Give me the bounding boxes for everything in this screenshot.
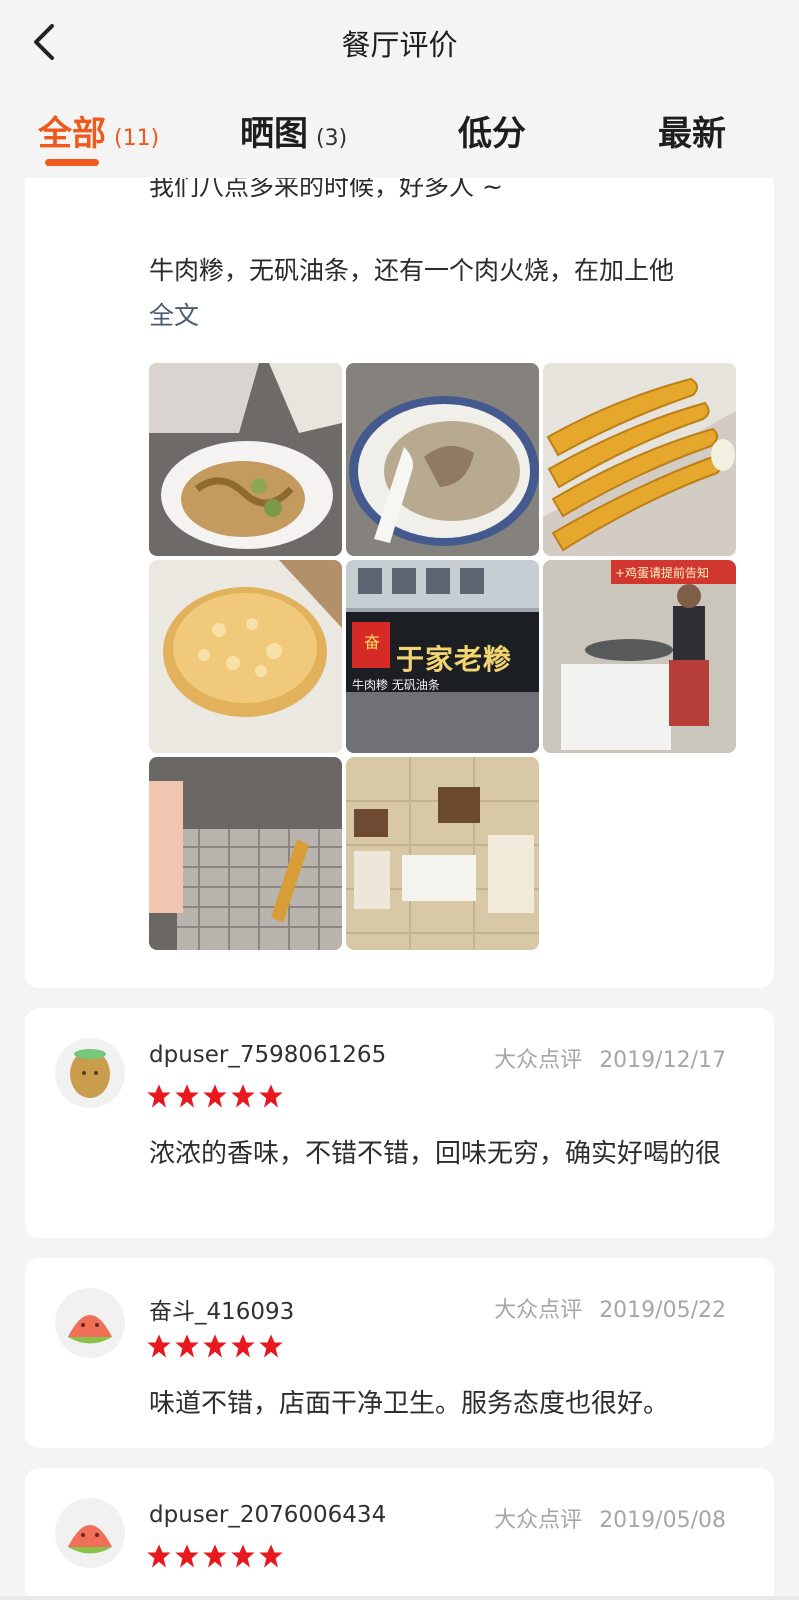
storefront-badge: 奋 (363, 633, 380, 652)
star-icon (203, 1084, 227, 1108)
user-avatar[interactable] (55, 1288, 125, 1358)
tab-photos-count: (3) (316, 126, 348, 151)
review-photo-fried-dough[interactable] (543, 363, 736, 556)
top-bar: 餐厅评价 (0, 0, 799, 86)
tab-photos[interactable]: 晒图 (3) (240, 106, 347, 155)
tab-all-label: 全部 (38, 114, 106, 154)
review-source-date: 大众点评 2019/12/17 (494, 1042, 726, 1074)
star-icon (259, 1084, 283, 1108)
review-source-date: 大众点评 2019/05/22 (494, 1292, 726, 1324)
rating-stars (145, 1082, 285, 1110)
full-text-link[interactable]: 全文 (149, 296, 199, 332)
tab-all[interactable]: 全部 (11) (38, 106, 159, 155)
tab-newest[interactable]: 最新 (658, 106, 726, 155)
star-icon (259, 1334, 283, 1358)
meat-pastry-image (149, 560, 342, 753)
tab-low-score-label: 低分 (458, 114, 526, 154)
rating-stars (145, 1332, 285, 1360)
review-date: 2019/12/17 (599, 1048, 726, 1073)
review-date: 2019/05/08 (599, 1508, 726, 1533)
tab-photos-label: 晒图 (240, 114, 308, 154)
tab-newest-label: 最新 (658, 114, 726, 154)
active-tab-indicator (45, 159, 99, 166)
review-source-date: 大众点评 2019/05/08 (494, 1502, 726, 1534)
review-photo-grid: 奋 于家老糁 牛肉糁 无矾油条 +鸡蛋请提前告知 (149, 363, 737, 953)
review-text: 浓浓的香味，不错不错，回味无穷，确实好喝的很 (149, 1139, 722, 1169)
kitchen-sign-text: +鸡蛋请提前告知 (615, 566, 710, 580)
review-card: dpuser_2076006434 大众点评 2019/05/08 (25, 1468, 774, 1600)
review-card: 奋斗_416093 大众点评 2019/05/22 味道不错，店面干净卫生。服务… (25, 1258, 774, 1448)
review-source: 大众点评 (494, 1048, 583, 1073)
rating-stars (145, 1542, 285, 1570)
review-photo-soup[interactable] (346, 363, 539, 556)
star-icon (147, 1334, 171, 1358)
restaurant-reviews-page: 餐厅评价 全部 (11) 晒图 (3) 低分 最新 我们八点多来的时候，好多人 … (0, 0, 799, 1600)
username: 奋斗_416093 (149, 1299, 295, 1325)
bottom-divider (0, 1596, 799, 1600)
review-photo-storefront[interactable]: 奋 于家老糁 牛肉糁 无矾油条 (346, 560, 539, 753)
star-icon (203, 1544, 227, 1568)
star-icon (231, 1544, 255, 1568)
review-date: 2019/05/22 (599, 1298, 726, 1323)
tab-all-count: (11) (114, 126, 160, 151)
storefront-sign-sub: 牛肉糁 无矾油条 (352, 678, 440, 692)
kitchen-image (543, 560, 736, 753)
review-photo-frying[interactable] (149, 757, 342, 950)
star-icon (147, 1544, 171, 1568)
star-icon (259, 1544, 283, 1568)
star-icon (175, 1084, 199, 1108)
tab-low-score[interactable]: 低分 (458, 106, 526, 155)
storefront-sign: 于家老糁 (396, 643, 513, 676)
star-icon (175, 1334, 199, 1358)
star-icon (231, 1334, 255, 1358)
user-avatar[interactable] (55, 1498, 125, 1568)
review-text: 味道不错，店面干净卫生。服务态度也很好。 (149, 1389, 670, 1419)
star-icon (203, 1334, 227, 1358)
review-tabs: 全部 (11) 晒图 (3) 低分 最新 (0, 86, 799, 178)
kiwi-icon (70, 1049, 110, 1098)
review-card: dpuser_7598061265 大众点评 2019/12/17 浓浓的香味，… (25, 1008, 774, 1238)
user-avatar[interactable] (55, 1038, 125, 1108)
pickles-image (149, 363, 342, 556)
fried-dough-image (543, 363, 736, 556)
review-photo-kitchen[interactable]: +鸡蛋请提前告知 (543, 560, 736, 753)
username: dpuser_7598061265 (149, 1042, 387, 1068)
wall-certificates-image (346, 757, 539, 950)
star-icon (147, 1084, 171, 1108)
review-photo-pickles[interactable] (149, 363, 342, 556)
watermelon-icon (68, 1315, 112, 1344)
review-photo-pastry[interactable] (149, 560, 342, 753)
review-photo-wall-certificates[interactable] (346, 757, 539, 950)
review-source: 大众点评 (494, 1508, 583, 1533)
beef-soup-image (346, 363, 539, 556)
review-text-line: 牛肉糁，无矾油条，还有一个肉火烧，在加上他 (149, 256, 675, 285)
star-icon (175, 1544, 199, 1568)
star-icon (231, 1084, 255, 1108)
review-card: 我们八点多来的时候，好多人 ~ 牛肉糁，无矾油条，还有一个肉火烧，在加上他 全文 (25, 160, 774, 988)
page-title: 餐厅评价 (341, 28, 458, 62)
username: dpuser_2076006434 (149, 1502, 387, 1528)
review-source: 大众点评 (494, 1298, 583, 1323)
watermelon-icon (68, 1525, 112, 1554)
frying-basket-image (149, 757, 342, 950)
